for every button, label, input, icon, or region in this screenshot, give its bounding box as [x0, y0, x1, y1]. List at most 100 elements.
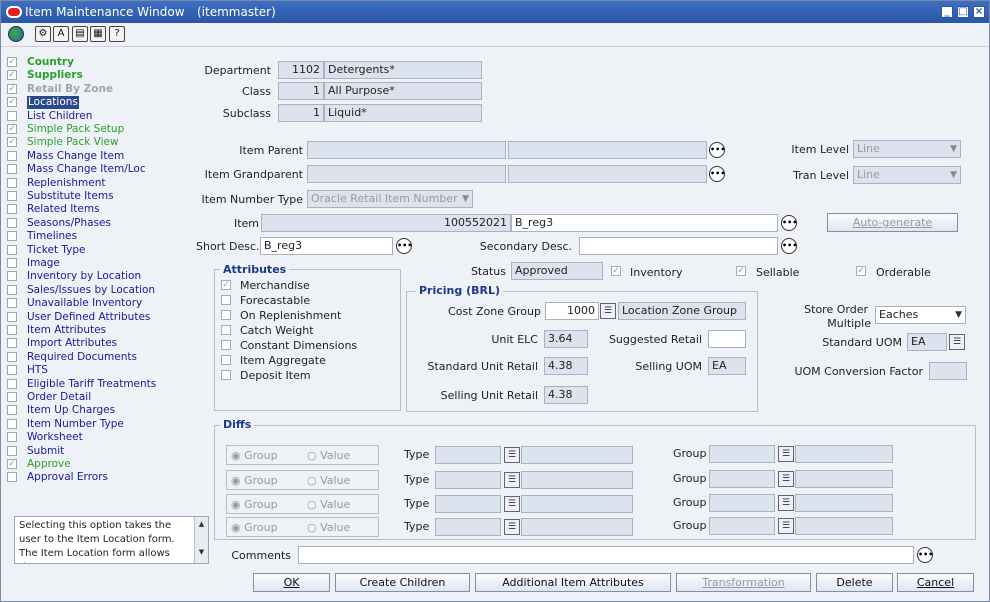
item-grandparent-field[interactable] [307, 165, 506, 183]
nav-item[interactable]: Unavailable Inventory [7, 297, 207, 310]
orderable-checkbox[interactable]: ✓ [856, 266, 866, 276]
cost-zone-group-code[interactable]: 1000 [545, 302, 599, 320]
list-of-values-icon[interactable]: ☰ [504, 447, 520, 463]
diff-group-radio[interactable]: ◉ Group [231, 449, 278, 462]
diff-type-field[interactable] [435, 495, 501, 513]
diff-group-radio[interactable]: ◉ Group [231, 474, 278, 487]
cancel-button[interactable]: Cancel [897, 573, 974, 592]
nav-item[interactable]: Seasons/Phases [7, 217, 207, 230]
help-icon[interactable]: ? [109, 26, 125, 42]
minimize-icon[interactable]: _ [941, 6, 953, 18]
item-parent-field[interactable] [307, 141, 506, 159]
attribute-checkbox[interactable] [221, 370, 231, 380]
diff-group-radio[interactable]: ◉ Group [231, 521, 278, 534]
list-of-values-icon[interactable]: ☰ [778, 471, 794, 487]
nav-item[interactable]: Order Detail [7, 391, 207, 404]
item-desc-field[interactable]: B_reg3 [511, 214, 778, 232]
list-of-values-icon[interactable]: ☰ [504, 496, 520, 512]
nav-item[interactable]: Item Number Type [7, 418, 207, 431]
attribute-checkbox[interactable]: ✓ [221, 280, 231, 290]
transformation-button[interactable]: Transformation [676, 573, 811, 592]
nav-item[interactable]: Related Items [7, 203, 207, 216]
short-desc-field[interactable]: B_reg3 [260, 237, 393, 255]
diff-value-radio[interactable]: ○ Value [307, 449, 350, 462]
language-icon[interactable]: A [53, 26, 69, 42]
create-children-button[interactable]: Create Children [335, 573, 470, 592]
sellable-checkbox[interactable]: ✓ [736, 266, 746, 276]
diff-type-field[interactable] [435, 518, 501, 536]
ok-button[interactable]: OK [253, 573, 330, 592]
nav-item[interactable]: Inventory by Location [7, 270, 207, 283]
nav-item[interactable]: Import Attributes [7, 337, 207, 350]
attribute-checkbox[interactable] [221, 295, 231, 305]
description-scrollbar[interactable]: ▲ ▼ [194, 517, 208, 563]
document-icon[interactable]: ▤ [72, 26, 88, 42]
comments-field[interactable] [298, 546, 914, 564]
nav-item[interactable]: Image [7, 257, 207, 270]
inventory-checkbox[interactable]: ✓ [611, 266, 621, 276]
nav-item[interactable]: Item Up Charges [7, 404, 207, 417]
diff-group-field[interactable] [709, 445, 775, 463]
list-of-values-icon[interactable]: ☰ [778, 495, 794, 511]
attribute-checkbox[interactable] [221, 355, 231, 365]
nav-item[interactable]: ✓ Locations [7, 96, 207, 110]
nav-item[interactable]: Eligible Tariff Treatments [7, 378, 207, 391]
nav-item[interactable]: ✓ Simple Pack Setup [7, 123, 207, 136]
print-icon[interactable]: ▦ [90, 26, 106, 42]
diff-type-field[interactable] [435, 471, 501, 489]
diff-type-field[interactable] [435, 446, 501, 464]
nav-item[interactable]: User Defined Attributes [7, 311, 207, 324]
short-desc-comment-icon[interactable]: ••• [396, 238, 412, 254]
item-level-select[interactable]: Line ▼ [853, 140, 961, 158]
nav-item[interactable]: Ticket Type [7, 244, 207, 257]
nav-item[interactable]: ✓ Retail By Zone [7, 83, 207, 96]
class-code[interactable]: 1 [278, 82, 324, 100]
nav-item[interactable]: Item Attributes [7, 324, 207, 337]
nav-item[interactable]: ✓ Approve [7, 458, 207, 471]
attribute-checkbox[interactable] [221, 310, 231, 320]
diff-value-radio[interactable]: ○ Value [307, 521, 350, 534]
nav-item[interactable]: List Children [7, 110, 207, 123]
nav-item[interactable]: Mass Change Item [7, 150, 207, 163]
maximize-icon[interactable]: □ [957, 6, 969, 18]
nav-item[interactable]: ✓ Simple Pack View [7, 136, 207, 149]
delete-button[interactable]: Delete [816, 573, 893, 592]
nav-item[interactable]: Submit [7, 445, 207, 458]
list-of-values-icon[interactable]: ☰ [949, 334, 965, 350]
nav-item[interactable]: Mass Change Item/Loc [7, 163, 207, 176]
additional-item-attributes-button[interactable]: Additional Item Attributes [475, 573, 671, 592]
nav-item[interactable]: Required Documents [7, 351, 207, 364]
item-grandparent-comment-icon[interactable]: ••• [709, 166, 725, 182]
list-of-values-icon[interactable]: ☰ [600, 303, 616, 319]
nav-item[interactable]: Worksheet [7, 431, 207, 444]
attribute-checkbox[interactable] [221, 325, 231, 335]
item-number-field[interactable]: 100552021 [261, 214, 511, 232]
nav-item[interactable]: HTS [7, 364, 207, 377]
item-number-type-select[interactable]: Oracle Retail Item Number ▼ [307, 190, 473, 208]
tran-level-select[interactable]: Line ▼ [853, 166, 961, 184]
nav-item[interactable]: Substitute Items [7, 190, 207, 203]
nav-item[interactable]: ✓ Country [7, 56, 207, 69]
diff-group-field[interactable] [709, 470, 775, 488]
nav-item[interactable]: Approval Errors [7, 471, 207, 484]
list-of-values-icon[interactable]: ☰ [504, 472, 520, 488]
nav-item[interactable]: Sales/Issues by Location [7, 284, 207, 297]
subclass-code[interactable]: 1 [278, 104, 324, 122]
diff-value-radio[interactable]: ○ Value [307, 474, 350, 487]
attribute-checkbox[interactable] [221, 340, 231, 350]
nav-item[interactable]: Timelines [7, 230, 207, 243]
suggested-retail-field[interactable] [708, 330, 746, 348]
list-of-values-icon[interactable]: ☰ [778, 446, 794, 462]
auto-generate-button[interactable]: Auto-generate [827, 213, 958, 232]
secondary-desc-field[interactable] [579, 237, 778, 255]
department-code[interactable]: 1102 [278, 61, 324, 79]
diff-group-radio[interactable]: ◉ Group [231, 498, 278, 511]
item-parent-comment-icon[interactable]: ••• [709, 142, 725, 158]
item-desc-comment-icon[interactable]: ••• [781, 215, 797, 231]
list-of-values-icon[interactable]: ☰ [504, 519, 520, 535]
comments-comment-icon[interactable]: ••• [917, 547, 933, 563]
close-icon[interactable]: × [973, 6, 985, 18]
store-order-multiple-select[interactable]: Eaches ▼ [875, 306, 966, 324]
globe-icon[interactable] [8, 26, 24, 42]
nav-item[interactable]: ✓ Suppliers [7, 69, 207, 82]
